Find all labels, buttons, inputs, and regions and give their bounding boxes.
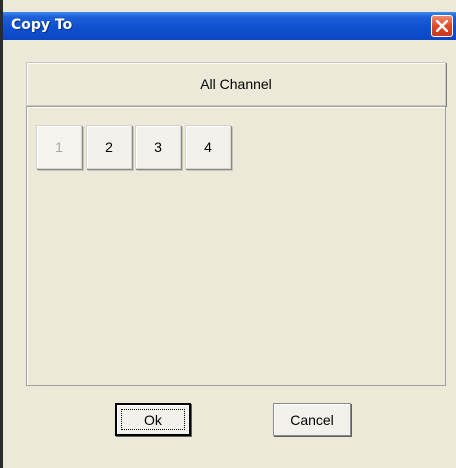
copy-to-dialog: Copy To All Channel 1 2 3 4 Ok Cancel [0,0,456,468]
channel-1-button[interactable]: 1 [36,125,82,169]
channel-2-label: 2 [105,139,113,155]
channel-1-label: 1 [55,139,63,155]
window-title: Copy To [11,17,73,33]
ok-button[interactable]: Ok [115,403,191,436]
window-border [0,0,3,468]
channel-4-label: 4 [204,139,212,155]
channel-2-button[interactable]: 2 [86,125,132,169]
close-button[interactable] [431,15,453,37]
close-icon [436,20,448,32]
title-bar[interactable]: Copy To [3,12,456,40]
cancel-button[interactable]: Cancel [273,403,351,436]
channel-4-button[interactable]: 4 [185,125,231,169]
cancel-label: Cancel [290,411,334,428]
focus-ring [121,409,185,430]
all-channel-label: All Channel [200,76,272,92]
all-channel-button[interactable]: All Channel [26,62,446,106]
channel-3-label: 3 [154,139,162,155]
channel-3-button[interactable]: 3 [135,125,181,169]
